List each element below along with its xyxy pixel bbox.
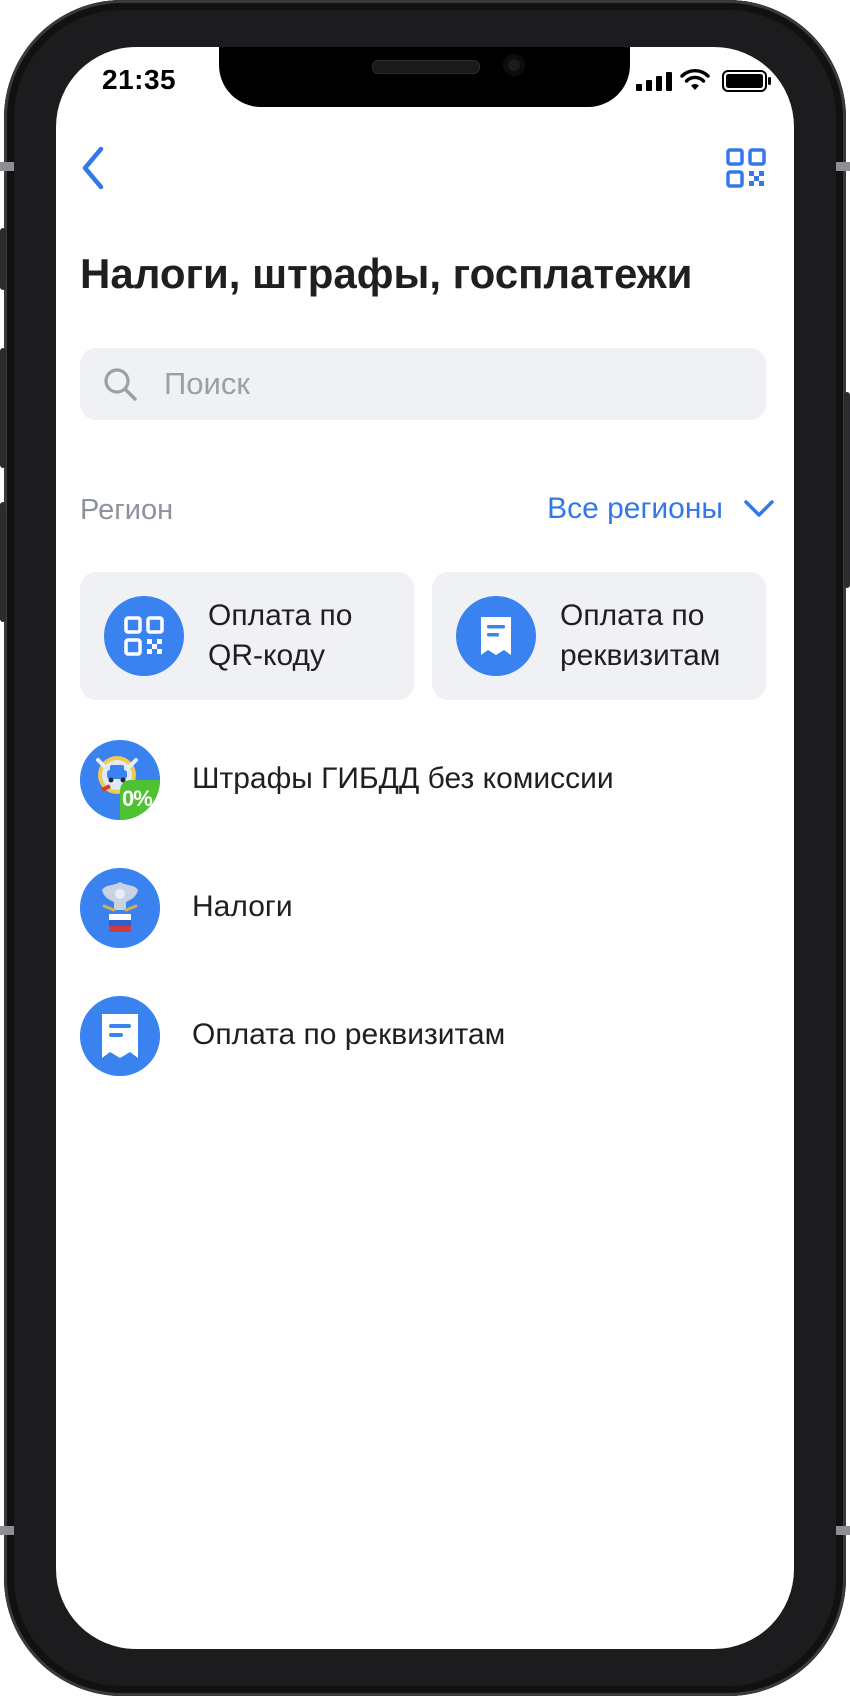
antenna-band xyxy=(836,1526,850,1535)
card-label: Оплата по реквизитам xyxy=(560,596,720,676)
card-label-line: Оплата по xyxy=(208,599,353,632)
antenna-band xyxy=(0,162,14,171)
list-item-pay-by-details[interactable]: Оплата по реквизитам xyxy=(80,996,770,1076)
zero-commission-badge: 0% xyxy=(122,786,153,811)
search-input[interactable] xyxy=(164,348,744,420)
cellular-signal-icon xyxy=(636,72,672,91)
volume-up-button xyxy=(0,348,6,468)
speaker-grille xyxy=(372,60,480,74)
list-item-taxes[interactable]: Налоги xyxy=(80,868,770,948)
power-button xyxy=(844,392,850,588)
card-label-line: реквизитам xyxy=(560,639,721,672)
volume-down-button xyxy=(0,502,6,622)
pay-by-details-card[interactable]: Оплата по реквизитам xyxy=(432,572,766,700)
antenna-band xyxy=(0,1526,14,1535)
traffic-police-icon: 0% xyxy=(80,740,160,820)
pay-by-qr-card[interactable]: Оплата по QR-коду xyxy=(80,572,414,700)
qr-code-icon[interactable] xyxy=(726,148,766,188)
status-time: 21:35 xyxy=(102,64,177,95)
region-selector[interactable]: Все регионы xyxy=(547,492,775,526)
wifi-icon xyxy=(680,69,710,90)
front-camera xyxy=(503,54,525,76)
region-value[interactable]: Все регионы xyxy=(547,492,723,526)
card-label-line: QR-коду xyxy=(208,639,325,672)
list-item-traffic-fines[interactable]: 0% Штрафы ГИБДД без комиссии xyxy=(80,740,770,820)
card-label: Оплата по QR-коду xyxy=(208,596,352,676)
battery-icon xyxy=(722,70,771,92)
search-icon xyxy=(104,368,137,401)
page-title: Налоги, штрафы, госплатежи xyxy=(80,250,693,297)
chevron-down-icon xyxy=(744,500,774,517)
antenna-band xyxy=(836,162,850,171)
list-item-label: Оплата по реквизитам xyxy=(192,1018,506,1051)
receipt-icon xyxy=(456,596,536,676)
chevron-left-icon[interactable] xyxy=(79,145,107,191)
list-item-label: Штрафы ГИБДД без комиссии xyxy=(192,762,614,795)
qr-code-icon xyxy=(104,596,184,676)
search-bar[interactable] xyxy=(80,348,766,420)
card-label-line: Оплата по xyxy=(560,599,705,632)
list-item-label: Налоги xyxy=(192,890,293,923)
region-label: Регион xyxy=(80,494,174,526)
receipt-icon xyxy=(80,996,160,1076)
tax-service-emblem-icon xyxy=(80,868,160,948)
notch xyxy=(219,47,630,107)
mute-switch xyxy=(0,228,6,290)
